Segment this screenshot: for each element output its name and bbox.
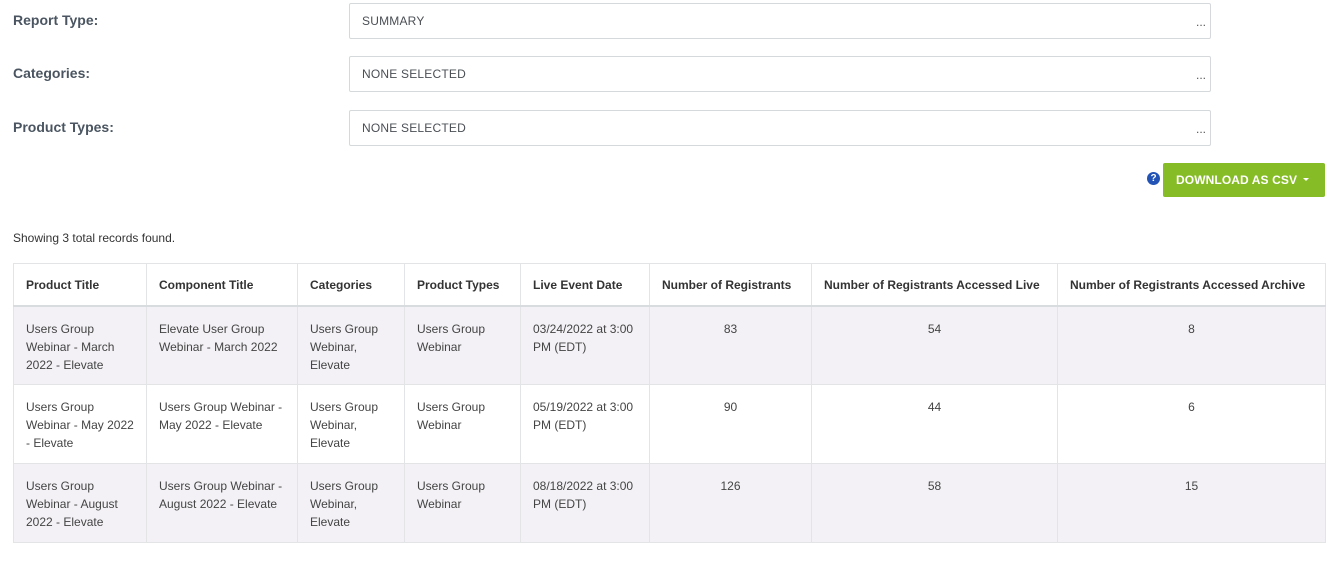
col-header-component-title[interactable]: Component Title	[146, 263, 298, 307]
col-header-accessed-live[interactable]: Number of Registrants Accessed Live	[811, 263, 1058, 307]
cell-live-event-date: 05/19/2022 at 3:00 PM (EDT)	[520, 384, 650, 464]
col-header-accessed-archive[interactable]: Number of Registrants Accessed Archive	[1057, 263, 1326, 307]
cell-product-types: Users Group Webinar	[404, 384, 521, 464]
table-row: Users Group Webinar - May 2022 - Elevate…	[13, 384, 1326, 464]
cell-accessed-live: 54	[811, 305, 1058, 385]
cell-categories: Users Group Webinar, Elevate	[297, 305, 405, 385]
product-types-label: Product Types:	[13, 119, 114, 135]
report-type-ellipsis-icon[interactable]: ...	[1194, 13, 1208, 31]
report-type-field[interactable]: SUMMARY ...	[349, 3, 1211, 39]
cell-product-title: Users Group Webinar - May 2022 - Elevate	[13, 384, 147, 464]
col-header-live-event-date[interactable]: Live Event Date	[520, 263, 650, 307]
cell-registrants: 83	[649, 305, 812, 385]
download-csv-button[interactable]: DOWNLOAD AS CSV	[1163, 163, 1325, 197]
col-header-categories[interactable]: Categories	[297, 263, 405, 307]
categories-ellipsis-icon[interactable]: ...	[1194, 66, 1208, 84]
cell-accessed-archive: 6	[1057, 384, 1326, 464]
help-icon[interactable]: ?	[1147, 172, 1160, 185]
cell-product-title: Users Group Webinar - August 2022 - Elev…	[13, 463, 147, 543]
product-types-field[interactable]: NONE SELECTED ...	[349, 110, 1211, 146]
product-types-ellipsis-icon[interactable]: ...	[1194, 120, 1208, 138]
col-header-product-title[interactable]: Product Title	[13, 263, 147, 307]
cell-registrants: 126	[649, 463, 812, 543]
cell-product-types: Users Group Webinar	[404, 305, 521, 385]
table-row: Users Group Webinar - March 2022 - Eleva…	[13, 305, 1326, 385]
records-count: Showing 3 total records found.	[13, 231, 176, 245]
cell-accessed-live: 44	[811, 384, 1058, 464]
cell-live-event-date: 03/24/2022 at 3:00 PM (EDT)	[520, 305, 650, 385]
cell-categories: Users Group Webinar, Elevate	[297, 463, 405, 543]
cell-component-title: Users Group Webinar - August 2022 - Elev…	[146, 463, 298, 543]
report-type-label: Report Type:	[13, 12, 99, 28]
cell-product-title: Users Group Webinar - March 2022 - Eleva…	[13, 305, 147, 385]
categories-value: NONE SELECTED	[362, 67, 466, 81]
col-header-registrants[interactable]: Number of Registrants	[649, 263, 812, 307]
report-table: Product Title Component Title Categories…	[13, 263, 1326, 543]
categories-label: Categories:	[13, 65, 91, 81]
download-csv-label: DOWNLOAD AS CSV	[1176, 173, 1298, 187]
cell-component-title: Users Group Webinar - May 2022 - Elevate	[146, 384, 298, 464]
report-type-value: SUMMARY	[362, 14, 425, 28]
table-row: Users Group Webinar - August 2022 - Elev…	[13, 463, 1326, 543]
cell-registrants: 90	[649, 384, 812, 464]
cell-accessed-live: 58	[811, 463, 1058, 543]
table-header-row: Product Title Component Title Categories…	[13, 263, 1326, 307]
cell-accessed-archive: 15	[1057, 463, 1326, 543]
categories-field[interactable]: NONE SELECTED ...	[349, 56, 1211, 92]
cell-accessed-archive: 8	[1057, 305, 1326, 385]
cell-component-title: Elevate User Group Webinar - March 2022	[146, 305, 298, 385]
col-header-product-types[interactable]: Product Types	[404, 263, 521, 307]
cell-categories: Users Group Webinar, Elevate	[297, 384, 405, 464]
cell-live-event-date: 08/18/2022 at 3:00 PM (EDT)	[520, 463, 650, 543]
caret-down-icon	[1303, 178, 1310, 182]
cell-product-types: Users Group Webinar	[404, 463, 521, 543]
product-types-value: NONE SELECTED	[362, 121, 466, 135]
